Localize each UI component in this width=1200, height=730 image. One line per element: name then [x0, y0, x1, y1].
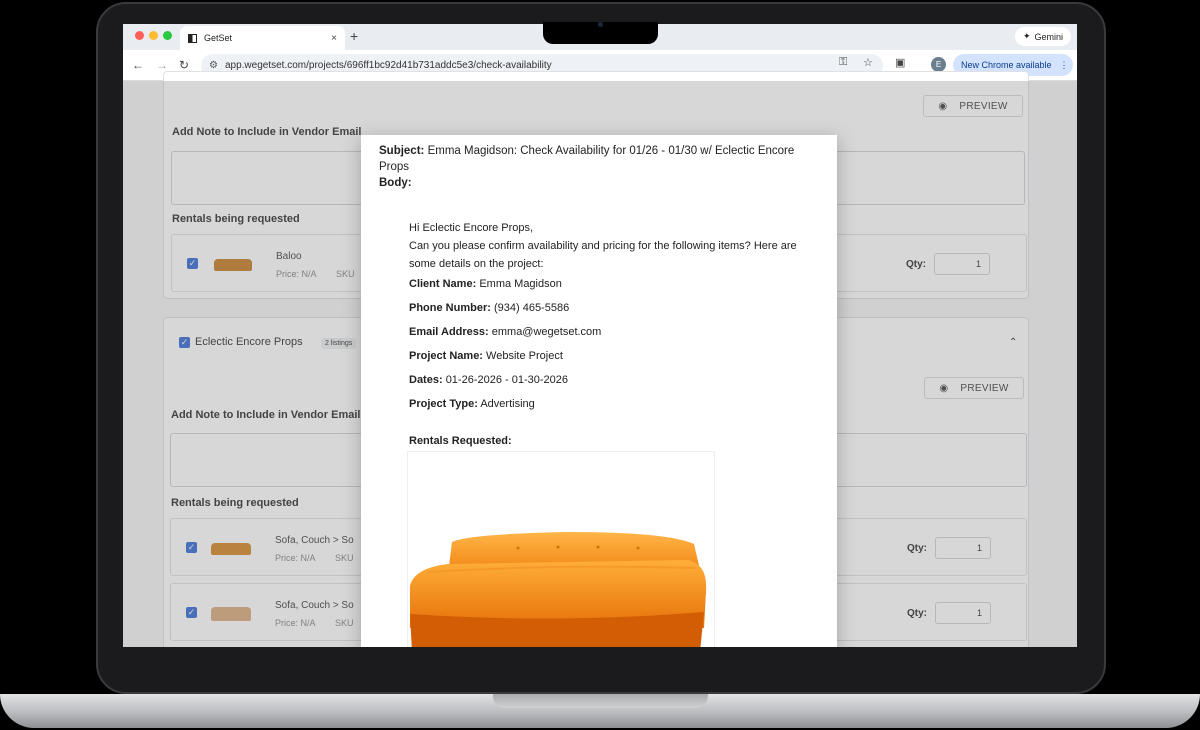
client-name-row: Client Name: Emma Magidson [409, 278, 562, 290]
window-close-dot[interactable] [135, 31, 144, 40]
project-name-row: Project Name: Website Project [409, 350, 563, 362]
key-icon[interactable]: ⚿ [839, 56, 847, 69]
email-preview-modal: Subject: Emma Magidson: Check Availabili… [361, 135, 837, 647]
window-minimize-dot[interactable] [149, 31, 158, 40]
url-text: app.wegetset.com/projects/696ff1bc92d41b… [224, 60, 552, 71]
dates-row: Dates: 01-26-2026 - 01-30-2026 [409, 374, 568, 386]
profile-avatar[interactable]: E [931, 57, 946, 72]
forward-arrow-icon[interactable]: → [156, 58, 168, 72]
back-arrow-icon[interactable]: ← [132, 58, 144, 72]
tab-search-icon[interactable]: ▣ [895, 56, 905, 69]
bookmark-star-icon[interactable]: ☆ [863, 56, 873, 69]
more-vert-icon[interactable]: ⋮ [1060, 60, 1069, 71]
getset-favicon-icon [188, 33, 197, 43]
reload-icon[interactable]: ↻ [179, 58, 189, 72]
email-body: Hi Eclectic Encore Props, Can you please… [409, 219, 809, 413]
phone-row: Phone Number: (934) 465-5586 [409, 302, 570, 314]
update-label: New Chrome available [961, 60, 1052, 70]
project-type-row: Project Type: Advertising [409, 398, 535, 410]
body-label: Body: [379, 177, 412, 189]
window-zoom-dot[interactable] [163, 31, 172, 40]
camera-icon [598, 22, 603, 27]
check-availability-page: ◉ PREVIEW Add Note to Include in Vendor … [123, 71, 1077, 647]
sparkle-icon: ✦ [1022, 31, 1031, 41]
subject-label: Subject: [379, 145, 425, 157]
site-settings-icon[interactable]: ⚙ [209, 60, 218, 71]
subject-text: Emma Magidson: Check Availability for 01… [379, 145, 795, 173]
gemini-button[interactable]: ✦ Gemini [1014, 27, 1071, 46]
email-row: Email Address: emma@wegetset.com [409, 326, 602, 338]
email-greeting: Hi Eclectic Encore Props, [409, 222, 534, 234]
laptop-opening-notch [493, 694, 708, 708]
email-subject: Subject: Emma Magidson: Check Availabili… [379, 143, 819, 175]
orange-sofa-icon [410, 532, 707, 647]
email-intro: Can you please confirm availability and … [409, 240, 797, 270]
new-tab-button[interactable]: + [350, 28, 358, 44]
tab-close-icon[interactable]: × [331, 33, 337, 44]
rentals-requested-label: Rentals Requested: [409, 435, 512, 447]
tab-getset[interactable]: GetSet × [180, 26, 345, 50]
screen: GetSet × + ✦ Gemini ← → ↻ ⚙ app.wegetset… [123, 24, 1077, 647]
tab-title: GetSet [204, 33, 233, 43]
gemini-label: Gemini [1034, 31, 1063, 42]
sofa-image [407, 451, 715, 647]
